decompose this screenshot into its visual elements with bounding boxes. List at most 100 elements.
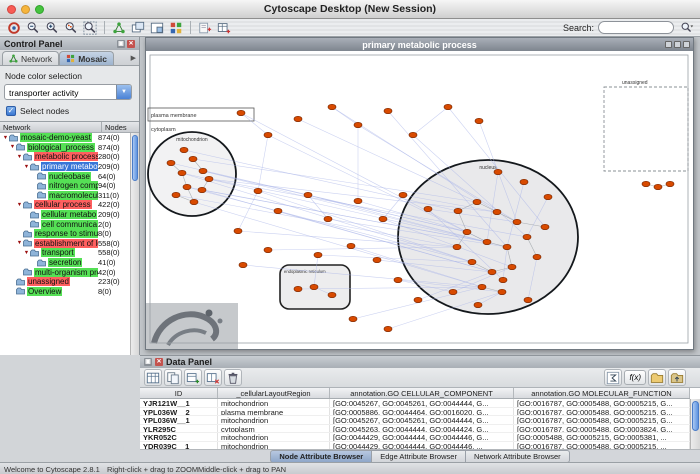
equation-button[interactable] xyxy=(604,369,622,386)
select-nodes-checkbox[interactable]: ✓ xyxy=(6,106,16,116)
tree-expand-icon[interactable]: ▼ xyxy=(9,144,16,150)
tree-scrollbar-thumb[interactable] xyxy=(132,135,138,181)
tree-item[interactable]: multi-organism pro42(0) xyxy=(0,267,130,277)
new-attribute-button[interactable] xyxy=(184,369,202,386)
table-row[interactable]: YJR121W__1mitochondrion[GO:0045267, GO:0… xyxy=(140,399,690,408)
table-row[interactable]: YDR039C__1mitochondrion[GO:0044429, GO:0… xyxy=(140,442,690,449)
graph-node[interactable] xyxy=(180,147,188,152)
graph-node[interactable] xyxy=(642,181,650,186)
tree-expand-icon[interactable]: ▼ xyxy=(23,250,30,256)
table-scrollbar[interactable] xyxy=(690,399,700,449)
graph-node[interactable] xyxy=(178,170,186,175)
net-minimize-icon[interactable] xyxy=(665,41,672,48)
graph-node[interactable] xyxy=(384,326,392,331)
graph-node[interactable] xyxy=(373,257,381,262)
table-row[interactable]: YKR052Cmitochondrion[GO:0044429, GO:0044… xyxy=(140,433,690,442)
tree-expand-icon[interactable]: ▼ xyxy=(16,240,23,246)
graph-node[interactable] xyxy=(264,247,272,252)
graph-node[interactable] xyxy=(172,192,180,197)
graph-node[interactable] xyxy=(409,132,417,137)
tree-item[interactable]: ▼mosaic-demo-yeast874(0) xyxy=(0,133,130,143)
graph-node[interactable] xyxy=(498,289,506,294)
graph-node[interactable] xyxy=(533,254,541,259)
graph-node[interactable] xyxy=(294,286,302,291)
graph-node[interactable] xyxy=(189,156,197,161)
table-plus-button[interactable] xyxy=(215,20,233,36)
graph-node[interactable] xyxy=(474,302,482,307)
graph-node[interactable] xyxy=(198,187,206,192)
table-column-header[interactable]: annotation.GO CELLULAR_COMPONENT xyxy=(330,388,514,398)
graph-node[interactable] xyxy=(449,289,457,294)
table-column-header[interactable]: ID xyxy=(140,388,218,398)
network-view-titlebar[interactable]: primary metabolic process xyxy=(146,38,693,51)
graph-node[interactable] xyxy=(463,229,471,234)
graph-node[interactable] xyxy=(513,219,521,224)
graph-node[interactable] xyxy=(254,188,262,193)
graph-node[interactable] xyxy=(494,169,502,174)
data-panel-close-icon[interactable]: ✕ xyxy=(155,358,163,366)
graph-node[interactable] xyxy=(454,208,462,213)
graph-node[interactable] xyxy=(414,297,422,302)
graph-node[interactable] xyxy=(354,198,362,203)
select-nodes-option[interactable]: ✓ Select nodes xyxy=(6,106,135,116)
tree-item[interactable]: ▼establishment of lo558(0) xyxy=(0,239,130,249)
graph-node[interactable] xyxy=(483,239,491,244)
search-options-button[interactable] xyxy=(678,20,695,35)
graph-node[interactable] xyxy=(478,284,486,289)
delete-attribute-button[interactable] xyxy=(204,369,222,386)
graph-node[interactable] xyxy=(324,216,332,221)
graph-node[interactable] xyxy=(453,244,461,249)
tree-expand-icon[interactable]: ▼ xyxy=(16,154,23,160)
table-row[interactable]: YPL036W__1mitochondrion[GO:0045267, GO:0… xyxy=(140,416,690,425)
tree-item[interactable]: unassigned223(0) xyxy=(0,277,130,287)
tree-item[interactable]: ▼transport558(0) xyxy=(0,248,130,258)
tree-item[interactable]: ▼cellular process422(0) xyxy=(0,200,130,210)
table-row[interactable]: YPL036W__2plasma membrane[GO:0005886, GO… xyxy=(140,408,690,417)
tree-scrollbar[interactable] xyxy=(130,133,139,355)
zoom-window-icon[interactable] xyxy=(35,5,44,14)
tree-item[interactable]: secretion41(0) xyxy=(0,258,130,268)
close-window-icon[interactable] xyxy=(7,5,16,14)
network-button[interactable] xyxy=(110,20,128,36)
tree-item[interactable]: ▼metabolic process280(0) xyxy=(0,152,130,162)
tree-item[interactable]: ▼primary metabo209(0) xyxy=(0,162,130,172)
graph-node[interactable] xyxy=(349,316,357,321)
graph-node[interactable] xyxy=(666,181,674,186)
graph-node[interactable] xyxy=(239,262,247,267)
graph-node[interactable] xyxy=(499,277,507,282)
graph-node[interactable] xyxy=(488,269,496,274)
graph-node[interactable] xyxy=(544,194,552,199)
tree-item[interactable]: cell communica2(0) xyxy=(0,219,130,229)
tree-item[interactable]: nitrogen compo94(0) xyxy=(0,181,130,191)
graph-node[interactable] xyxy=(523,234,531,239)
graph-node[interactable] xyxy=(294,116,302,121)
node-color-select[interactable]: transporter activity ▼ xyxy=(4,84,132,100)
graph-node[interactable] xyxy=(384,108,392,113)
trash-button[interactable] xyxy=(224,369,242,386)
graph-node[interactable] xyxy=(503,244,511,249)
copy-attributes-button[interactable] xyxy=(164,369,182,386)
table-scrollbar-thumb[interactable] xyxy=(692,401,699,431)
graph-node[interactable] xyxy=(493,209,501,214)
select-attributes-button[interactable] xyxy=(144,369,162,386)
float-panel-icon[interactable]: ▣ xyxy=(117,40,125,48)
birdseye-button[interactable] xyxy=(148,20,166,36)
net-close-icon[interactable] xyxy=(683,41,690,48)
graph-node[interactable] xyxy=(205,176,213,181)
export-folder-button[interactable] xyxy=(668,369,686,386)
table-column-header[interactable]: _cellularLayoutRegion xyxy=(218,388,330,398)
table-row[interactable]: YLR295Ccytoplasm[GO:0045263, GO:0044444,… xyxy=(140,425,690,434)
graph-node[interactable] xyxy=(310,284,318,289)
tab-node-attribute-browser[interactable]: Node Attribute Browser xyxy=(270,450,372,463)
graph-node[interactable] xyxy=(399,192,407,197)
tab-edge-attribute-browser[interactable]: Edge Attribute Browser xyxy=(372,450,466,463)
graph-node[interactable] xyxy=(328,104,336,109)
zoom-in-button[interactable] xyxy=(43,20,61,36)
tree-col-nodes[interactable]: Nodes xyxy=(102,122,139,132)
tree-item[interactable]: macromolecule311(0) xyxy=(0,191,130,201)
graph-node[interactable] xyxy=(314,252,322,257)
network-manager-button[interactable] xyxy=(129,20,147,36)
net-maximize-icon[interactable] xyxy=(674,41,681,48)
graph-node[interactable] xyxy=(468,259,476,264)
graph-node[interactable] xyxy=(234,228,242,233)
